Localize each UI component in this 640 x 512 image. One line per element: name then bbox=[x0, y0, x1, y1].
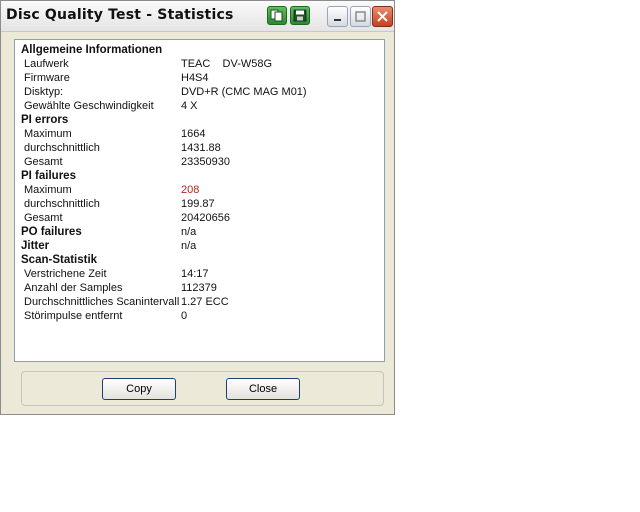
statistics-panel: Allgemeine Informationen Laufwerk TEAC DV… bbox=[14, 39, 385, 362]
close-button[interactable]: Close bbox=[226, 378, 300, 400]
close-icon[interactable] bbox=[372, 6, 393, 27]
copy-icon[interactable] bbox=[267, 6, 287, 25]
maximize-icon[interactable] bbox=[350, 6, 371, 27]
highlighted-value: 208 bbox=[181, 184, 200, 196]
statistics-window: Disc Quality Test - Statistics Allgemein… bbox=[0, 0, 395, 415]
title-bar[interactable]: Disc Quality Test - Statistics bbox=[1, 1, 394, 32]
window-title: Disc Quality Test - Statistics bbox=[6, 7, 234, 23]
minimize-icon[interactable] bbox=[327, 6, 348, 27]
button-groupbox bbox=[21, 371, 384, 406]
copy-button[interactable]: Copy bbox=[102, 378, 176, 400]
save-icon[interactable] bbox=[290, 6, 310, 25]
